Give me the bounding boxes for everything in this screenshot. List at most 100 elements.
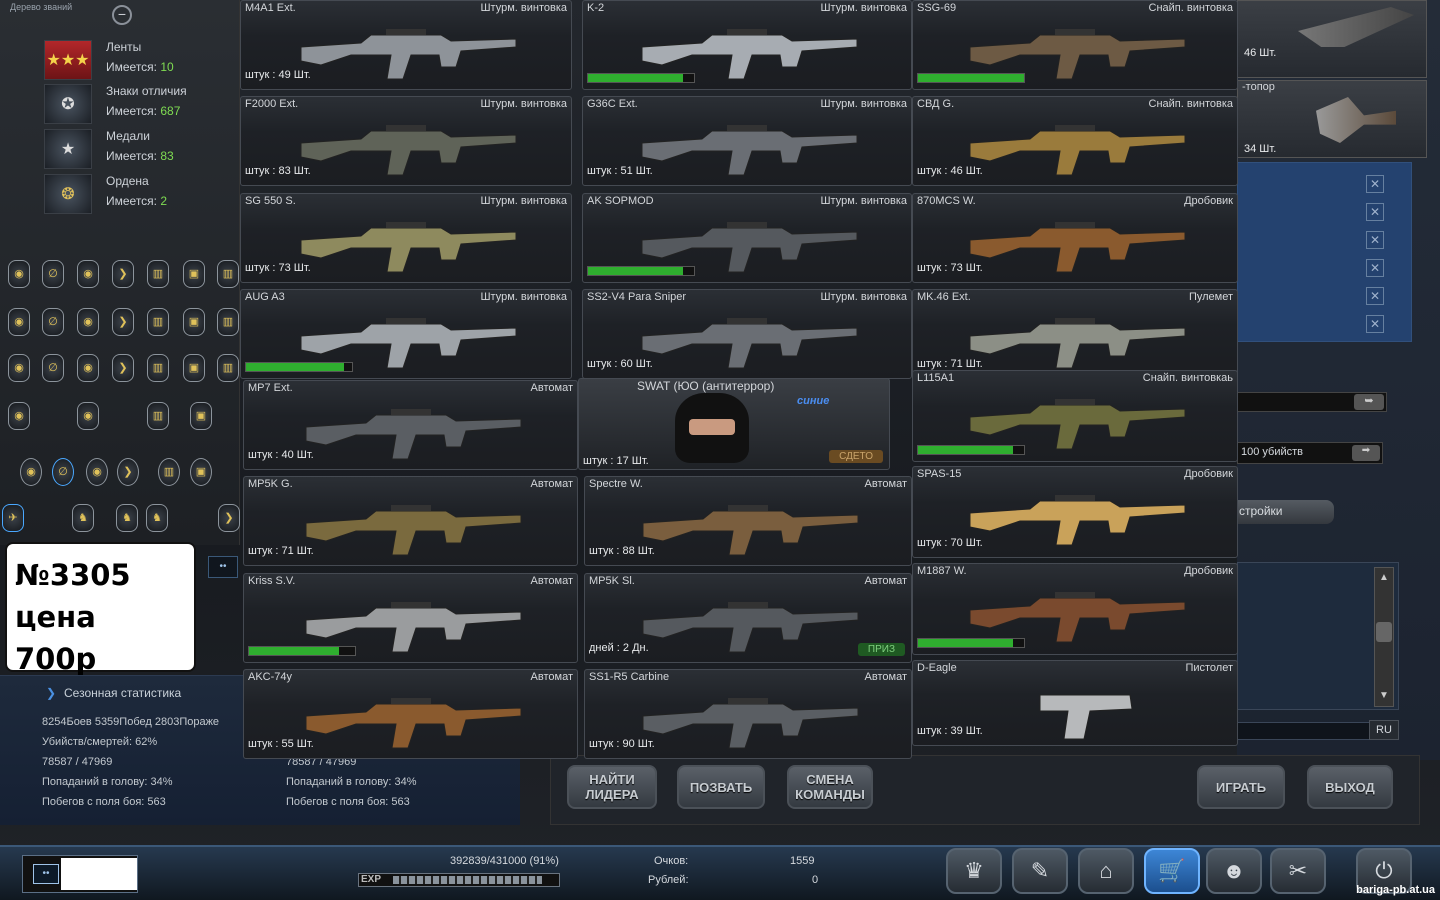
mode-select[interactable]: ➥ (1237, 392, 1387, 412)
rank-icon[interactable]: ✈ (2, 504, 24, 532)
rank-icon[interactable]: ▥ (217, 260, 239, 288)
rank-icon[interactable]: ❯ (112, 308, 134, 336)
rank-icon[interactable]: ♞ (146, 504, 168, 532)
rank-icon[interactable]: ◉ (8, 308, 30, 336)
rank-icon[interactable]: ▣ (183, 260, 205, 288)
weapon-qty: штук : 73 Шт. (245, 262, 311, 274)
weapon-qty: штук : 46 Шт. (917, 165, 983, 177)
rank-icon[interactable]: ♞ (72, 504, 94, 532)
rank-icon[interactable]: ❯ (117, 458, 139, 486)
rank-icon[interactable]: ▣ (190, 402, 212, 430)
weapon-tile[interactable]: L115A1 Снайп. винтовкаь (912, 370, 1238, 462)
weapon-tile[interactable]: SPAS-15 Дробовик штук : 70 Шт. (912, 466, 1238, 558)
rank-icon[interactable]: ◉ (77, 308, 99, 336)
rank-icon[interactable]: ▣ (183, 308, 205, 336)
close-icon[interactable]: ✕ (1366, 203, 1384, 221)
backpack-icon[interactable]: ⌂ (1078, 848, 1134, 894)
close-icon[interactable]: ✕ (1366, 287, 1384, 305)
weapon-qty: штук : 73 Шт. (917, 262, 983, 274)
weapon-tile[interactable]: MP7 Ext. Автомат штук : 40 Шт. (243, 380, 578, 470)
weapon-tile[interactable]: M1887 W. Дробовик (912, 563, 1238, 655)
rank-icon[interactable]: ∅ (52, 458, 74, 486)
weapon-tile[interactable]: MP5K G. Автомат штук : 71 Шт. (243, 476, 578, 566)
weapon-tile[interactable]: F2000 Ext. Штурм. винтовка штук : 83 Шт. (240, 96, 572, 186)
change-team-button[interactable]: СМЕНА КОМАНДЫ (787, 765, 873, 809)
weapon-tile[interactable]: SWAT (ЮО (антитеррор) синие штук : 17 Шт… (578, 378, 890, 470)
award-count: Имеется: 83 (106, 149, 174, 163)
weapon-tile[interactable]: D-Eagle Пистолет штук : 39 Шт. (912, 660, 1238, 746)
weapon-category: Штурм. винтовка (480, 2, 567, 14)
scroll-up-icon[interactable]: ▲ (1376, 572, 1392, 586)
rank-icon[interactable]: ❯ (218, 504, 240, 532)
weapon-tile[interactable]: MP5K Sl. Автомат дней : 2 Дн. ПРИЗ (584, 573, 912, 663)
inventory-icon[interactable]: ✎ (1012, 848, 1068, 894)
weapon-tile[interactable]: AUG A3 Штурм. винтовка (240, 289, 572, 379)
weapon-tile[interactable]: M4A1 Ext. Штурм. винтовка штук : 49 Шт. (240, 0, 572, 90)
weapon-tile[interactable]: SS2-V4 Para Sniper Штурм. винтовка штук … (582, 289, 912, 379)
scrollbar[interactable]: ▲ ▼ (1374, 567, 1394, 707)
melee-slot[interactable]: 46 Шт. (1237, 0, 1427, 78)
settings-button[interactable]: стройки (1237, 500, 1334, 524)
rank-icon[interactable]: ▣ (190, 458, 212, 486)
weapon-tile[interactable]: СВД G. Снайп. винтовка штук : 46 Шт. (912, 96, 1238, 186)
scroll-thumb[interactable] (1376, 622, 1392, 642)
rank-badge-icon: •• (208, 556, 238, 578)
clan-icon[interactable]: ♛ (946, 848, 1002, 894)
rank-icon[interactable]: ▥ (147, 402, 169, 430)
rank-icon[interactable]: ∅ (42, 354, 64, 382)
rank-icon[interactable]: ❯ (112, 354, 134, 382)
rank-icon[interactable]: ◉ (77, 354, 99, 382)
shop-cart-icon[interactable]: 🛒 (1144, 848, 1200, 894)
axe-slot[interactable]: -топор 34 Шт. (1237, 80, 1427, 158)
weapon-tile[interactable]: Kriss S.V. Автомат (243, 573, 578, 663)
exit-button[interactable]: ВЫХОД (1307, 765, 1393, 809)
rank-icon[interactable]: ▥ (217, 308, 239, 336)
rank-icon[interactable]: ▥ (147, 354, 169, 382)
rank-icon[interactable]: ◉ (8, 402, 30, 430)
find-leader-button[interactable]: НАЙТИ ЛИДЕРА (567, 765, 657, 809)
rank-icon[interactable]: ▣ (183, 354, 205, 382)
durability-bar (248, 646, 356, 656)
rank-icon[interactable]: ◉ (8, 260, 30, 288)
weapon-tile[interactable]: AKC-74у Автомат штук : 55 Шт. (243, 669, 578, 759)
rank-icon[interactable]: ▥ (158, 458, 180, 486)
rank-icon[interactable]: ♞ (116, 504, 138, 532)
weapon-tile[interactable]: SSG-69 Снайп. винтовка (912, 0, 1238, 90)
close-icon[interactable]: ✕ (1366, 231, 1384, 249)
play-button[interactable]: ИГРАТЬ (1197, 765, 1285, 809)
rank-icon[interactable]: ◉ (77, 260, 99, 288)
weapon-tile[interactable]: 870MCS W. Дробовик штук : 73 Шт. (912, 193, 1238, 283)
close-icon[interactable]: ✕ (1366, 175, 1384, 193)
weapon-tile[interactable]: MK.46 Ext. Пулемет штук : 71 Шт. (912, 289, 1238, 379)
bonus-select[interactable]: 100 убийств ➡ (1237, 442, 1383, 464)
rank-icon[interactable]: ▥ (217, 354, 239, 382)
rank-icon[interactable]: ◉ (77, 402, 99, 430)
rank-icon[interactable]: ◉ (20, 458, 42, 486)
chat-input[interactable] (1237, 722, 1372, 740)
weapon-category: Штурм. винтовка (820, 2, 907, 14)
rank-icon[interactable]: ▥ (147, 308, 169, 336)
scroll-down-icon[interactable]: ▼ (1376, 690, 1392, 704)
award-count: Имеется: 10 (106, 60, 174, 74)
weapon-image (633, 690, 863, 754)
close-icon[interactable]: ✕ (1366, 259, 1384, 277)
weapon-tile[interactable]: Spectre W. Автомат штук : 88 Шт. (584, 476, 912, 566)
weapon-tile[interactable]: SG 550 S. Штурм. винтовка штук : 73 Шт. (240, 193, 572, 283)
rank-icon[interactable]: ◉ (86, 458, 108, 486)
community-icon[interactable]: ☻ (1206, 848, 1262, 894)
close-icon[interactable]: ✕ (1366, 315, 1384, 333)
weapon-tile[interactable]: SS1-R5 Carbine Автомат штук : 90 Шт. (584, 669, 912, 759)
rank-icon[interactable]: ▥ (147, 260, 169, 288)
rank-icon[interactable]: ∅ (42, 308, 64, 336)
collapse-icon[interactable]: − (112, 5, 132, 25)
weapon-tile[interactable]: G36C Ext. Штурм. винтовка штук : 51 Шт. (582, 96, 912, 186)
rank-icon[interactable]: ◉ (8, 354, 30, 382)
language-button[interactable]: RU (1369, 720, 1399, 740)
weapon-category: Штурм. винтовка (820, 195, 907, 207)
weapon-tile[interactable]: K-2 Штурм. винтовка (582, 0, 912, 90)
rank-icon[interactable]: ❯ (112, 260, 134, 288)
invite-button[interactable]: ПОЗВАТЬ (677, 765, 765, 809)
settings-wrench-icon[interactable]: ✂ (1270, 848, 1326, 894)
rank-icon[interactable]: ∅ (42, 260, 64, 288)
weapon-tile[interactable]: AK SOPMOD Штурм. винтовка (582, 193, 912, 283)
